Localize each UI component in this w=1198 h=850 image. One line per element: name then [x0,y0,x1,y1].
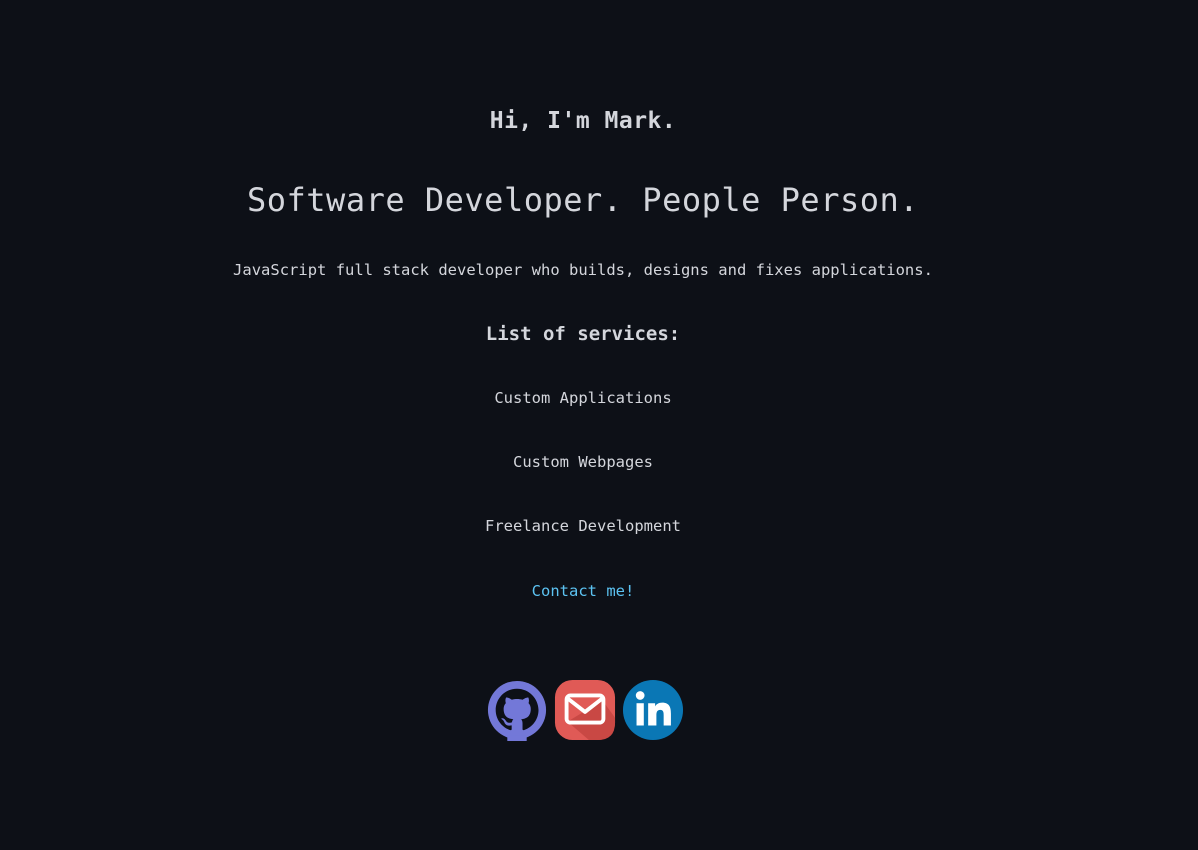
linkedin-icon [622,679,684,741]
intro-text: JavaScript full stack developer who buil… [233,261,933,279]
services-heading: List of services: [485,323,681,345]
linkedin-link[interactable] [622,678,684,742]
github-link[interactable] [486,678,548,742]
email-link[interactable] [554,678,616,742]
email-icon [554,679,616,741]
contact-link[interactable]: Contact me! [532,582,635,600]
contact-section: Contact me! [0,582,1166,600]
github-icon [487,680,547,741]
tagline-heading: Software Developer. People Person. [246,181,920,219]
greeting-heading: Hi, I'm Mark. [489,108,677,134]
service-item-custom-applications: Custom Applications [494,389,672,407]
service-item-custom-webpages: Custom Webpages [513,453,653,471]
service-item-freelance-development: Freelance Development [485,517,681,535]
social-links [486,678,684,742]
